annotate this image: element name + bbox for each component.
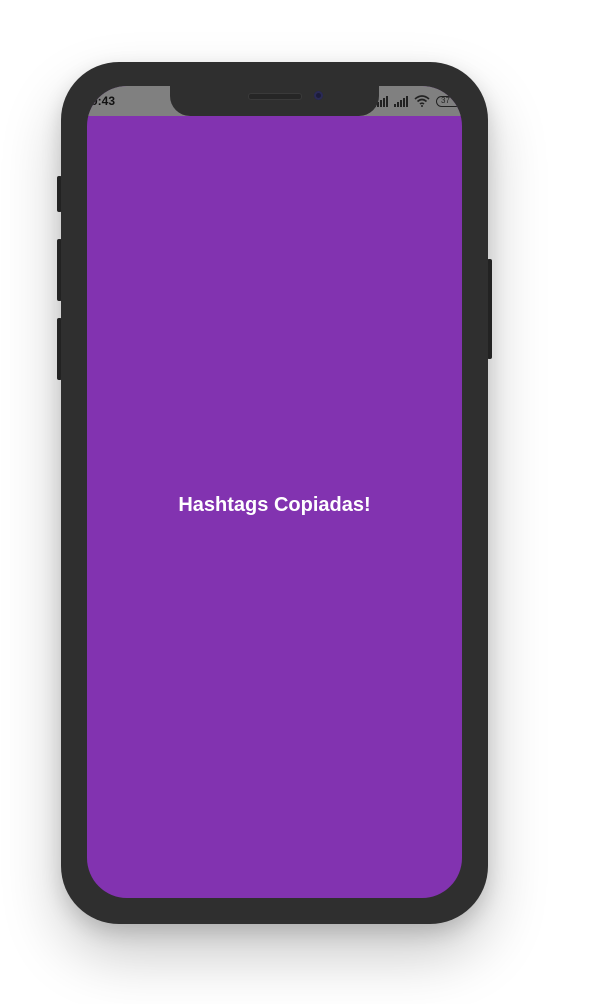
battery-level: 37: [441, 95, 450, 105]
camera-icon: [314, 91, 323, 100]
signal-icon: [394, 95, 408, 107]
app-screen: 0:43 37 Hashtags Copiadas!: [87, 86, 462, 898]
battery-icon: 37: [436, 95, 462, 107]
notch: [170, 86, 379, 116]
device-mockup: 0:43 37 Hashtags Copiadas!: [0, 0, 589, 1004]
speaker-grille: [248, 93, 302, 100]
status-icons: 37: [374, 93, 462, 109]
copied-message: Hashtags Copiadas!: [178, 494, 371, 516]
status-time: 0:43: [91, 94, 116, 108]
wifi-icon: [414, 95, 430, 107]
